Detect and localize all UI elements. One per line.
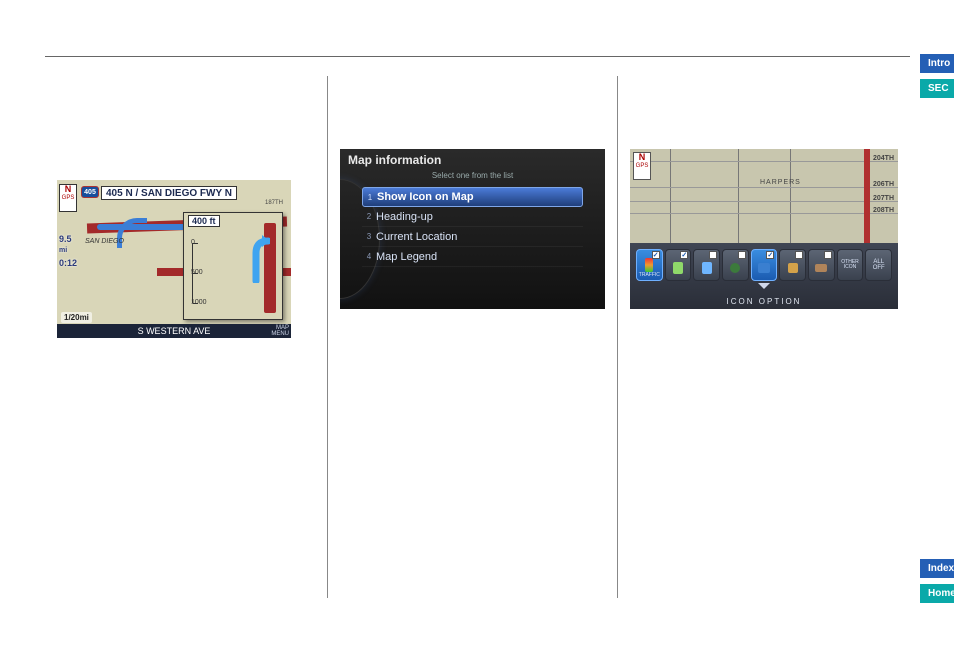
inset-distance: 400 ft: [188, 215, 220, 227]
checkbox-icon: [709, 251, 717, 259]
street-label-208th: 208TH: [873, 207, 894, 214]
checkbox-icon: ✓: [766, 251, 774, 259]
checkbox-icon: [824, 251, 832, 259]
checkbox-icon: ✓: [652, 251, 660, 259]
icon-button-info[interactable]: [722, 249, 749, 281]
route-shield: 405: [81, 186, 99, 198]
icon-button-traffic[interactable]: ✓ TRAFFIC: [636, 249, 663, 281]
panel-footer-label: ICON OPTION: [727, 297, 802, 306]
screenshot-map-information: Map information Select one from the list…: [340, 149, 605, 309]
icon-button-restaurant[interactable]: [693, 249, 720, 281]
map-label-187th: 187TH: [265, 200, 283, 206]
menu-item-show-icon[interactable]: 1 Show Icon on Map: [362, 187, 583, 207]
menu-item-heading-up[interactable]: 2 Heading-up: [362, 207, 583, 227]
icon-option-panel: ✓ TRAFFIC ✓: [630, 243, 898, 309]
menu-item-number: 4: [362, 252, 376, 261]
fuel-icon: [673, 262, 683, 274]
screenshot-route-map: N GPS 405 405 N / SAN DIEGO FWY N SAN DI…: [57, 180, 291, 338]
distance-value: 9.5: [59, 234, 72, 244]
tab-intro[interactable]: Intro: [920, 54, 954, 73]
tab-home[interactable]: Home: [920, 584, 954, 603]
screenshot-icon-option: N GPS HARPERS 204TH 206TH 207TH 208TH ✓ …: [630, 149, 898, 309]
compass-icon: N GPS: [59, 184, 77, 212]
icon-button-shopping[interactable]: [779, 249, 806, 281]
street-label-204th: 204TH: [873, 155, 894, 162]
route-title: 405 N / SAN DIEGO FWY N: [101, 186, 237, 200]
info-icon: [730, 263, 740, 273]
map-menu-button[interactable]: MAP MENU: [271, 325, 289, 337]
shopping-icon: [788, 263, 798, 273]
compass-gps: GPS: [634, 163, 650, 170]
inset-scale: 0 500 1000: [192, 243, 202, 303]
street-label-207th: 207TH: [873, 195, 894, 202]
panel-footer: ICON OPTION: [630, 293, 898, 309]
menu-item-label: Show Icon on Map: [377, 191, 474, 203]
tab-sec[interactable]: SEC: [920, 79, 954, 98]
menu-title: Map information: [348, 153, 441, 167]
chevron-down-icon: [758, 283, 770, 289]
section-divider: [45, 56, 910, 57]
map-label-sandiego: SAN DIEGO: [85, 238, 124, 245]
turn-inset: 400 ft 0 500 1000: [183, 212, 283, 320]
distance-remaining: 9.5 mi: [59, 234, 72, 254]
compass-icon: N GPS: [633, 152, 651, 180]
street-label-206th: 206TH: [873, 181, 894, 188]
icon-label: TRAFFIC: [639, 272, 660, 278]
menu-subtitle: Select one from the list: [340, 171, 605, 180]
icon-button-rest-area[interactable]: ✓: [751, 249, 778, 281]
menu-list: 1 Show Icon on Map 2 Heading-up 3 Curren…: [362, 187, 583, 267]
menu-item-label: Current Location: [376, 231, 457, 243]
traffic-icon: [645, 258, 653, 272]
eta-value: 0:12: [59, 258, 77, 268]
page-columns: N GPS 405 405 N / SAN DIEGO FWY N SAN DI…: [45, 76, 910, 598]
menu-item-label: Map Legend: [376, 251, 437, 263]
menu-item-number: 1: [363, 193, 377, 202]
compass-n: N: [60, 185, 76, 195]
menu-item-current-location[interactable]: 3 Current Location: [362, 227, 583, 247]
distance-unit: mi: [59, 247, 67, 254]
lodging-icon: [815, 264, 827, 272]
menu-item-number: 2: [362, 212, 376, 221]
street-label-harpers: HARPERS: [760, 179, 801, 186]
column-2: Map information Select one from the list…: [328, 76, 618, 598]
restaurant-icon: [702, 262, 712, 274]
icon-button-all-off[interactable]: ALL OFF: [865, 249, 892, 281]
icon-button-lodging[interactable]: [808, 249, 835, 281]
side-tabs: Intro SEC: [920, 54, 954, 98]
checkbox-icon: [738, 251, 746, 259]
column-3: N GPS HARPERS 204TH 206TH 207TH 208TH ✓ …: [618, 76, 910, 598]
checkbox-icon: ✓: [680, 251, 688, 259]
menu-item-map-legend[interactable]: 4 Map Legend: [362, 247, 583, 267]
compass-n: N: [634, 153, 650, 163]
current-street: S WESTERN AVE: [138, 326, 211, 336]
map-scale: 1/20mi: [61, 312, 92, 323]
menu-item-label: Heading-up: [376, 211, 433, 223]
icon-button-fuel[interactable]: ✓: [665, 249, 692, 281]
turn-arrow-icon: [242, 233, 270, 283]
icon-button-other[interactable]: OTHER ICON: [837, 249, 864, 281]
checkbox-icon: [795, 251, 803, 259]
column-1: N GPS 405 405 N / SAN DIEGO FWY N SAN DI…: [45, 76, 328, 598]
menu-item-number: 3: [362, 232, 376, 241]
compass-gps: GPS: [60, 195, 76, 202]
current-street-bar: S WESTERN AVE MAP MENU: [57, 324, 291, 338]
icon-label: ALL OFF: [873, 259, 885, 271]
icon-label: OTHER ICON: [841, 260, 859, 270]
tab-index[interactable]: Index: [920, 559, 954, 578]
bottom-tabs: Index Home: [920, 559, 954, 603]
rest-area-icon: [758, 263, 770, 273]
icon-button-row: ✓ TRAFFIC ✓: [636, 249, 892, 281]
